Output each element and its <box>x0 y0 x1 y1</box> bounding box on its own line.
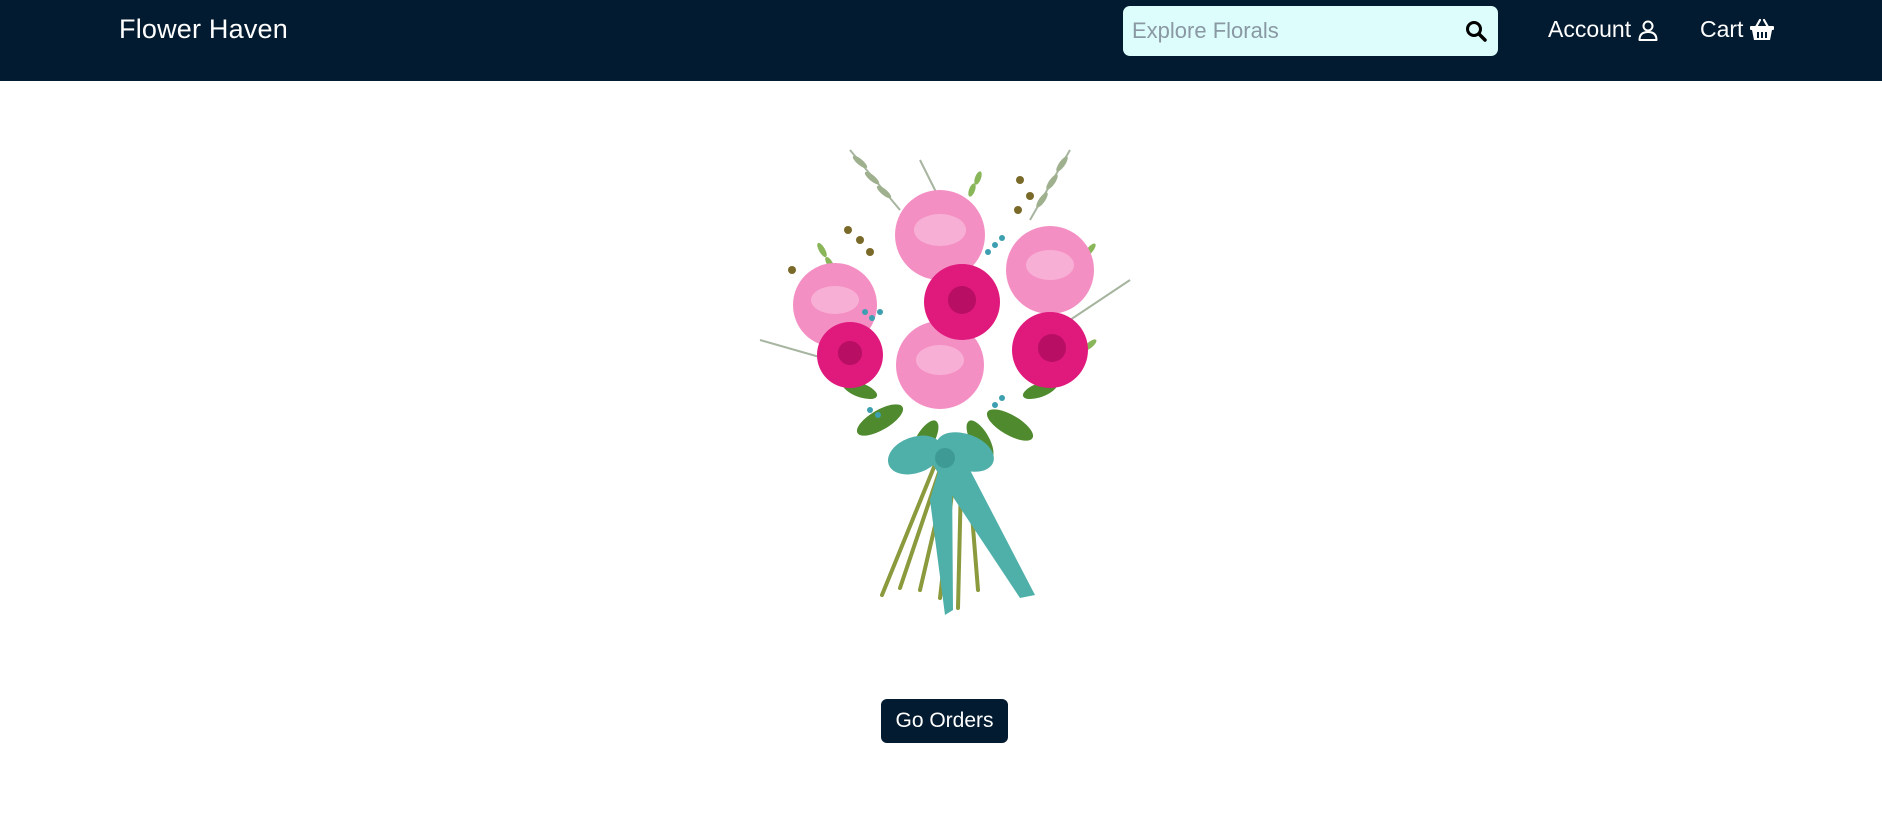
basket-icon <box>1750 18 1775 40</box>
account-label: Account <box>1548 16 1632 42</box>
cart-link[interactable]: Cart <box>1700 16 1775 43</box>
search-box <box>1123 6 1498 56</box>
account-link[interactable]: Account <box>1548 16 1659 43</box>
search-input[interactable] <box>1132 6 1442 56</box>
search-icon[interactable] <box>1464 19 1488 43</box>
cart-label: Cart <box>1700 16 1744 42</box>
top-navbar: Flower Haven Account Cart <box>0 0 1882 81</box>
go-orders-button[interactable]: Go Orders <box>881 699 1008 743</box>
user-icon <box>1638 20 1658 41</box>
flower-bouquet-illustration <box>759 149 1131 615</box>
brand-logo-text[interactable]: Flower Haven <box>119 14 288 45</box>
